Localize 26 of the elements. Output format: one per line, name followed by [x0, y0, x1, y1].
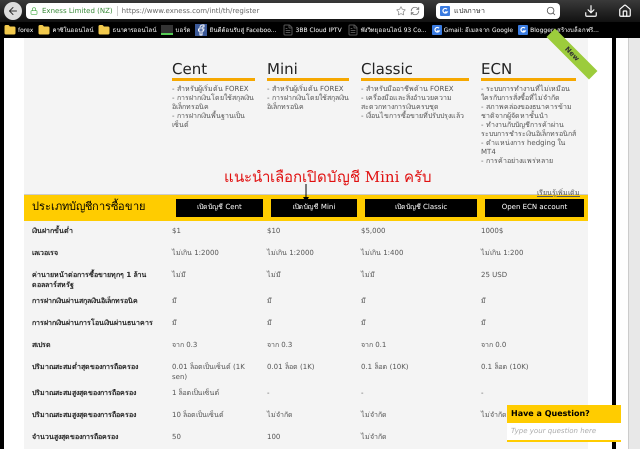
- google-icon: [440, 6, 450, 16]
- download-icon[interactable]: [584, 4, 598, 18]
- facebook-icon: [195, 24, 208, 36]
- table-title: ประเภทบัญชีการซื้อขาย: [31, 199, 146, 216]
- plan-title: ECN: [481, 60, 576, 81]
- reload-icon[interactable]: [410, 6, 420, 16]
- arrow-icon: [303, 184, 309, 202]
- page-icon: [346, 24, 359, 36]
- plan-title: Classic: [361, 60, 469, 81]
- back-arrow-icon: [7, 5, 19, 17]
- folder-icon: [4, 24, 16, 36]
- google-icon: [432, 25, 442, 35]
- recommendation-note: แนะนำเลือกเปิดบัญชี Mini ครับ: [224, 167, 432, 188]
- folder-icon: [38, 24, 50, 36]
- board-icon: [161, 25, 174, 35]
- plan-title: Mini: [267, 60, 349, 81]
- plan-title: Cent: [172, 60, 255, 81]
- star-icon[interactable]: [396, 6, 406, 16]
- back-button[interactable]: [4, 2, 22, 20]
- search-icon[interactable]: [546, 6, 556, 16]
- google-icon: [518, 25, 528, 35]
- chat-widget-title: Have a Question?: [507, 405, 621, 423]
- home-icon[interactable]: [618, 4, 632, 18]
- folder-icon: [98, 24, 110, 36]
- page-icon: [282, 24, 294, 36]
- lock-icon: [30, 7, 38, 15]
